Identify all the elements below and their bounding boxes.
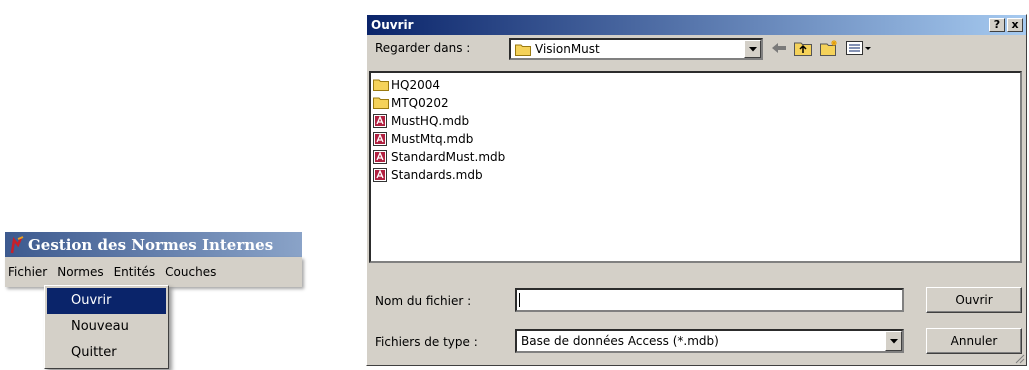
file-item[interactable]: MustHQ.mdb [373, 112, 1018, 130]
menu-entites[interactable]: Entités [109, 265, 161, 279]
open-dialog: Ouvrir ? x Regarder dans : VisionMust HQ… [366, 14, 1027, 366]
close-button[interactable]: x [1007, 18, 1023, 32]
app-window: Gestion des Normes Internes Fichier Norm… [5, 232, 302, 292]
fichier-dropdown-menu: Ouvrir Nouveau Quitter [44, 285, 169, 369]
access-db-icon [373, 114, 389, 128]
menu-couches[interactable]: Couches [160, 265, 221, 279]
access-db-icon [373, 150, 389, 164]
dialog-title: Ouvrir [371, 18, 414, 32]
menu-fichier[interactable]: Fichier [5, 265, 52, 279]
resize-grip-icon[interactable] [1013, 352, 1025, 364]
file-item[interactable]: Standards.mdb [373, 166, 1018, 184]
view-menu-icon[interactable] [844, 38, 874, 58]
access-db-icon [373, 168, 389, 182]
look-in-dropdown-button[interactable] [744, 40, 761, 58]
file-item[interactable]: HQ2004 [373, 76, 1018, 94]
filename-input[interactable] [515, 288, 904, 312]
filename-label: Nom du fichier : [375, 294, 472, 308]
menu-item-nouveau[interactable]: Nouveau [47, 314, 166, 340]
folder-icon [515, 43, 531, 56]
dialog-titlebar: Ouvrir ? x [367, 15, 1026, 35]
filetype-label: Fichiers de type : [375, 335, 478, 349]
file-name: Standards.mdb [391, 168, 483, 182]
chevron-down-icon [889, 338, 898, 343]
up-folder-icon[interactable] [792, 38, 814, 58]
file-name: MustMtq.mdb [391, 132, 474, 146]
file-list[interactable]: HQ2004 MTQ0202 MustHQ.mdb MustMtq.mdb Standa… [369, 71, 1022, 263]
app-logo-icon [9, 235, 25, 254]
look-in-label: Regarder dans : [375, 41, 471, 55]
look-in-combo[interactable]: VisionMust [509, 38, 763, 60]
file-name: StandardMust.mdb [391, 150, 506, 164]
app-titlebar: Gestion des Normes Internes [5, 232, 302, 257]
file-name: MTQ0202 [391, 96, 449, 110]
chevron-down-icon [748, 46, 757, 51]
file-name: HQ2004 [391, 78, 441, 92]
menu-item-ouvrir[interactable]: Ouvrir [47, 288, 166, 314]
file-name: MustHQ.mdb [391, 114, 470, 128]
filetype-combo[interactable]: Base de données Access (*.mdb) [515, 329, 904, 353]
app-menubar: Fichier Normes Entités Couches [5, 257, 302, 287]
open-button[interactable]: Ouvrir [926, 287, 1022, 313]
help-button[interactable]: ? [989, 18, 1005, 32]
back-arrow-icon[interactable] [768, 38, 790, 58]
text-cursor [519, 293, 520, 307]
file-item[interactable]: MustMtq.mdb [373, 130, 1018, 148]
file-item[interactable]: MTQ0202 [373, 94, 1018, 112]
access-db-icon [373, 132, 389, 146]
menu-normes[interactable]: Normes [52, 265, 108, 279]
filetype-value: Base de données Access (*.mdb) [521, 334, 719, 348]
menu-item-quitter[interactable]: Quitter [47, 340, 166, 366]
filetype-dropdown-button[interactable] [885, 331, 902, 351]
folder-icon [373, 96, 389, 110]
new-folder-icon[interactable] [818, 38, 840, 58]
file-item[interactable]: StandardMust.mdb [373, 148, 1018, 166]
app-title: Gestion des Normes Internes [28, 235, 274, 254]
cancel-button[interactable]: Annuler [926, 328, 1022, 354]
look-in-value: VisionMust [535, 42, 600, 56]
folder-icon [373, 78, 389, 92]
